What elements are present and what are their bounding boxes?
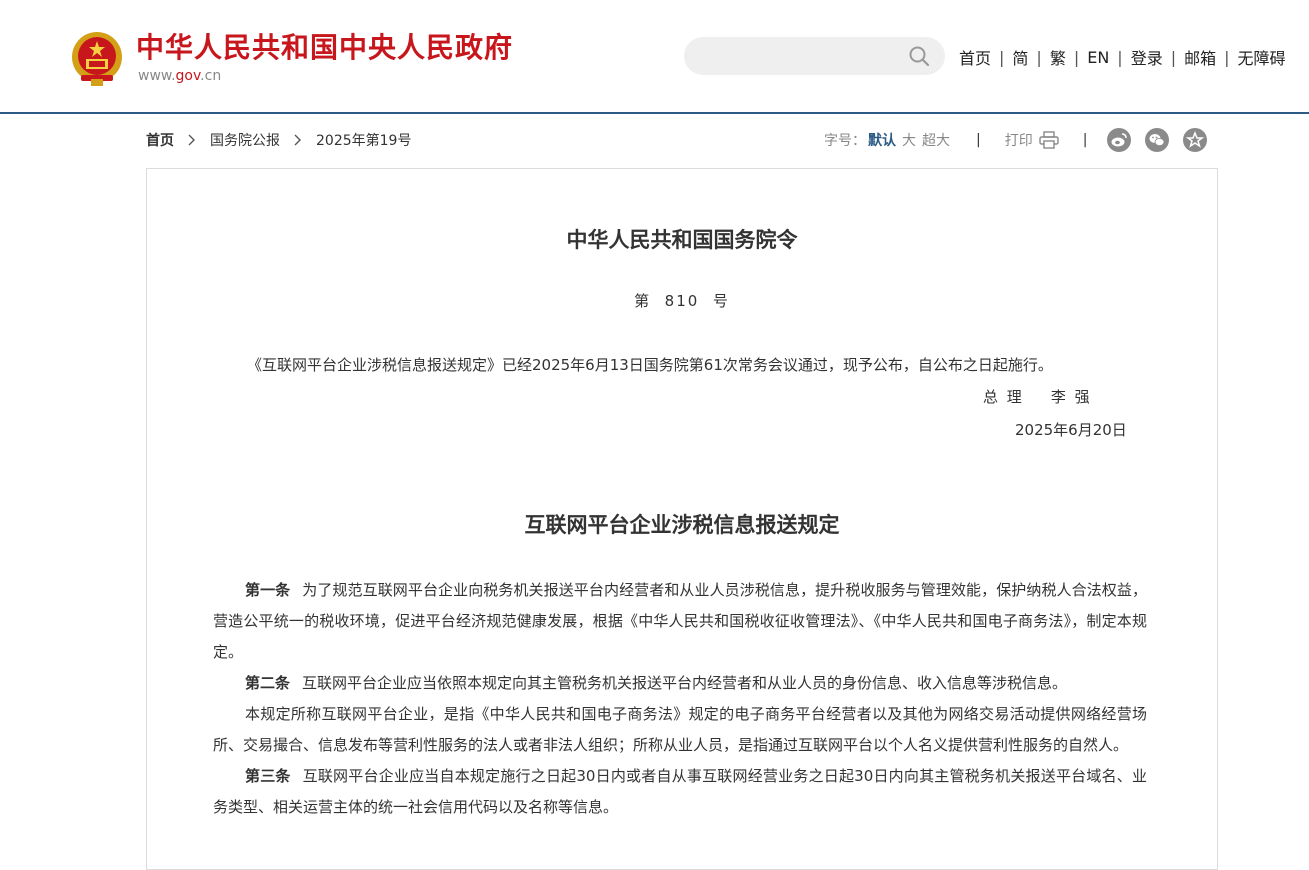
breadcrumb-gazette[interactable]: 国务院公报 xyxy=(210,130,280,150)
breadcrumb-home[interactable]: 首页 xyxy=(146,130,174,150)
wechat-share-button[interactable] xyxy=(1145,128,1170,152)
paragraph-text: 互联网平台企业应当自本规定施行之日起30日内或者自从事互联网经营业务之日起30日… xyxy=(213,767,1147,816)
sign-date: 2025年6月20日 xyxy=(1015,421,1127,439)
weibo-share-button[interactable] xyxy=(1107,128,1132,152)
article-panel: 中华人民共和国国务院令 第 810 号 《互联网平台企业涉税信息报送规定》已经2… xyxy=(146,168,1218,870)
wechat-icon xyxy=(1149,134,1165,146)
font-size-label: 字号： xyxy=(824,133,866,149)
search-box xyxy=(684,37,945,75)
national-emblem-icon[interactable] xyxy=(71,31,123,87)
print-button[interactable]: 打印 xyxy=(1005,130,1059,150)
article-toolbar: 字号： 默认 大 超大 | 打印 | xyxy=(824,128,1221,152)
nav-english[interactable]: EN xyxy=(1087,48,1109,67)
chevron-right-icon xyxy=(294,134,301,146)
paragraph: 第三条 互联网平台企业应当自本规定施行之日起30日内或者自从事互联网经营业务之日起… xyxy=(213,761,1147,823)
nav-traditional[interactable]: 繁 xyxy=(1050,45,1066,69)
nav-login[interactable]: 登录 xyxy=(1131,45,1163,69)
toolbar-separator: | xyxy=(1082,132,1088,148)
nav-separator: | xyxy=(1036,47,1042,67)
site-header: 中华人民共和国中央人民政府 www.gov.cn 首页 | 简 | 繁 | EN… xyxy=(0,0,1309,112)
toolbar-separator: | xyxy=(976,132,981,148)
font-size-large[interactable]: 大 xyxy=(902,130,916,150)
nav-home[interactable]: 首页 xyxy=(959,45,991,69)
nav-mail[interactable]: 邮箱 xyxy=(1184,45,1216,69)
print-label: 打印 xyxy=(1004,133,1033,149)
favorite-button[interactable] xyxy=(1183,128,1208,152)
printer-icon xyxy=(1039,131,1059,149)
search-icon[interactable] xyxy=(908,45,930,67)
article-number: 第三条 xyxy=(245,767,291,785)
domain-highlight: gov xyxy=(175,68,201,84)
paragraph-text: 互联网平台企业应当依照本规定向其主管税务机关报送平台内经营者和从业人员的身份信息… xyxy=(302,674,1068,692)
paragraph: 第二条 互联网平台企业应当依照本规定向其主管税务机关报送平台内经营者和从业人员的身… xyxy=(213,668,1147,699)
chevron-right-icon xyxy=(188,134,195,146)
paragraph: 本规定所称互联网平台企业，是指《中华人民共和国电子商务法》规定的电子商务平台经营… xyxy=(213,699,1147,761)
order-text: 《互联网平台企业涉税信息报送规定》已经2025年6月13日国务院第61次常务会议… xyxy=(247,356,1053,374)
site-domain: www.gov.cn xyxy=(138,67,221,85)
top-navigation: 首页 | 简 | 繁 | EN | 登录 | 邮箱 | 无障碍 xyxy=(959,45,1286,69)
nav-separator: | xyxy=(1073,47,1080,67)
search-input[interactable] xyxy=(702,46,906,68)
order-number: 第 810 号 xyxy=(634,292,730,310)
favorite-icon xyxy=(1186,130,1205,148)
nav-separator: | xyxy=(1117,47,1123,67)
signatory: 总 理 李 强 xyxy=(983,388,1092,406)
nav-separator: | xyxy=(999,47,1005,67)
order-title: 中华人民共和国国务院令 xyxy=(566,227,798,252)
font-size-default[interactable]: 默认 xyxy=(868,130,896,150)
domain-suffix: .cn xyxy=(200,68,222,84)
nav-accessibility[interactable]: 无障碍 xyxy=(1238,45,1286,69)
article-number: 第一条 xyxy=(245,581,291,599)
nav-simplified[interactable]: 简 xyxy=(1012,45,1028,69)
nav-separator: | xyxy=(1224,47,1230,67)
breadcrumb-issue[interactable]: 2025年第19号 xyxy=(316,130,411,150)
nav-separator: | xyxy=(1170,47,1177,67)
domain-prefix: www. xyxy=(138,68,176,84)
article-body: 第一条 为了规范互联网平台企业向税务机关报送平台内经营者和从业人员涉税信息，提升税… xyxy=(213,575,1147,823)
breadcrumb: 首页 国务院公报 2025年第19号 xyxy=(146,130,411,150)
paragraph-text: 为了规范互联网平台企业向税务机关报送平台内经营者和从业人员涉税信息，提升税收服务… xyxy=(213,581,1147,661)
regulation-title: 互联网平台企业涉税信息报送规定 xyxy=(524,512,840,537)
paragraph: 第一条 为了规范互联网平台企业向税务机关报送平台内经营者和从业人员涉税信息，提升税… xyxy=(213,575,1147,668)
weibo-icon xyxy=(1111,133,1128,147)
site-title[interactable]: 中华人民共和国中央人民政府 xyxy=(136,30,513,66)
header-divider xyxy=(0,112,1309,114)
font-size-xlarge[interactable]: 超大 xyxy=(922,130,950,150)
paragraph-text: 本规定所称互联网平台企业，是指《中华人民共和国电子商务法》规定的电子商务平台经营… xyxy=(213,705,1147,754)
article-number: 第二条 xyxy=(245,674,291,692)
